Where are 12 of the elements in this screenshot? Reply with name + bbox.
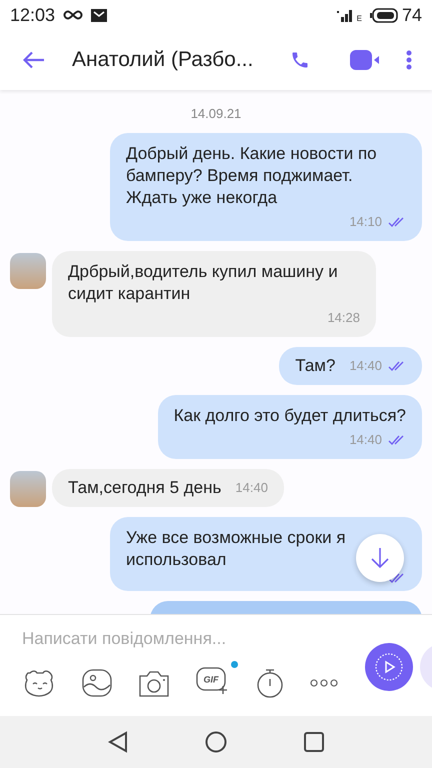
date-label: 14.09.21 bbox=[190, 106, 242, 121]
outgoing-message-bubble: Уже все возможные сроки я использовал bbox=[110, 517, 422, 591]
outgoing-message-bubble: Как долго это будет длиться? 14:40 bbox=[158, 395, 422, 459]
message-input-field[interactable]: Написати повідомлення... bbox=[22, 629, 322, 649]
incoming-message-bubble: Дрбрый,водитель купил машину и сидит карантин 14:28 bbox=[52, 251, 376, 337]
chat-title: Анатолий (Разбо... bbox=[72, 48, 254, 72]
outgoing-message-bubble: Там? 14:40 bbox=[279, 347, 422, 385]
incoming-message-bubble: Там,сегодня 5 день 14:40 bbox=[52, 469, 284, 507]
outgoing-message-bubble: Добрый день. Какие новости по бамперу? Время поджимает. Ждать уже некогда 14:10 bbox=[110, 133, 422, 241]
network-type: E bbox=[356, 14, 362, 23]
battery-level: 74 bbox=[402, 4, 422, 26]
status-time: 12:03 bbox=[10, 4, 56, 26]
